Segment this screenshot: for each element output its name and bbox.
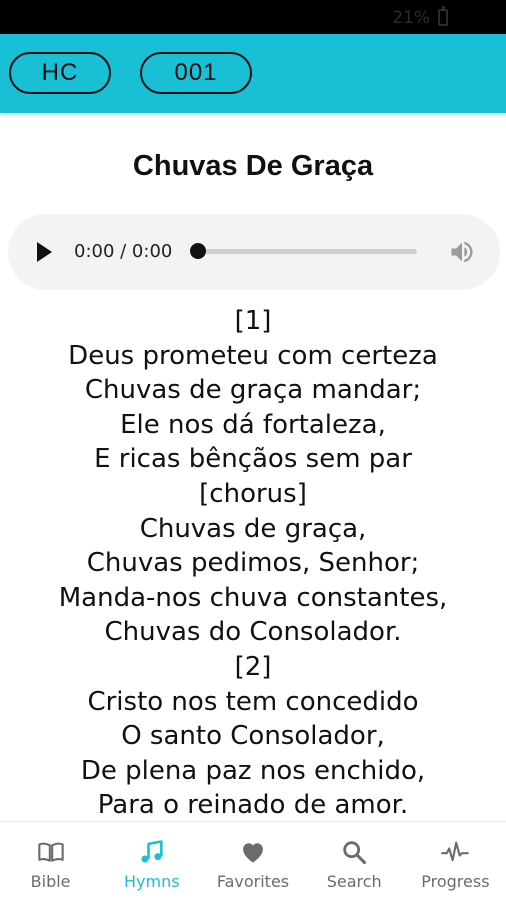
lyric-line: Para o reinado de amor. — [97, 790, 409, 821]
nav-label: Search — [326, 872, 382, 891]
volume-icon[interactable] — [448, 238, 476, 266]
lyric-line: Chuvas do Consolador. — [104, 617, 402, 648]
lyric-line: De plena paz nos enchido, — [80, 755, 426, 786]
pulse-icon — [441, 841, 470, 862]
lyric-line: Manda-nos chuva constantes, — [58, 582, 448, 613]
nav-item-bible[interactable]: Bible — [0, 822, 101, 900]
book-icon — [37, 842, 64, 862]
status-bar: 21% — [0, 0, 506, 34]
lyric-line: [2] — [234, 651, 272, 682]
battery-percentage: 21% — [392, 8, 430, 28]
time-display: 0:00 / 0:00 — [74, 241, 173, 262]
play-icon[interactable] — [37, 242, 52, 262]
app-bar: HC 001 — [0, 34, 506, 113]
bottom-navigation: Bible Hymns Favorites Search Progress — [0, 821, 506, 900]
nav-item-progress[interactable]: Progress — [405, 822, 506, 900]
nav-label: Progress — [421, 872, 490, 891]
nav-item-favorites[interactable]: Favorites — [202, 822, 303, 900]
lyric-line: [1] — [234, 306, 272, 336]
battery-icon — [438, 6, 448, 26]
hymn-number-button[interactable]: 001 — [140, 52, 252, 94]
hymn-lyrics: [1] Deus prometeu com certeza Chuvas de … — [0, 304, 506, 823]
lyric-line: Chuvas de graça mandar; — [84, 375, 422, 406]
lyric-line: E ricas bênçãos sem par — [94, 444, 412, 475]
lyric-line: Chuvas de graça, — [139, 513, 367, 544]
nav-label: Hymns — [124, 872, 180, 891]
lyric-line: [chorus] — [199, 478, 307, 509]
lyric-line: Ele nos dá fortaleza, — [120, 409, 386, 440]
lyric-line: Cristo nos tem concedido — [87, 686, 419, 717]
music-note-icon — [141, 840, 163, 863]
hymnal-selector-button[interactable]: HC — [9, 52, 111, 94]
nav-label: Bible — [30, 872, 71, 891]
heart-icon — [243, 843, 263, 863]
progress-track[interactable] — [198, 249, 417, 254]
nav-item-hymns[interactable]: Hymns — [101, 822, 202, 900]
search-icon — [343, 841, 367, 865]
progress-knob[interactable] — [190, 243, 206, 259]
nav-label: Favorites — [216, 872, 290, 891]
audio-player: 0:00 / 0:00 — [8, 214, 500, 290]
nav-item-search[interactable]: Search — [304, 822, 405, 900]
lyric-line: Chuvas pedimos, Senhor; — [86, 548, 420, 579]
lyric-line: O santo Consolador, — [121, 721, 385, 752]
hymn-title: Chuvas De Graça — [132, 150, 374, 182]
lyric-line: Deus prometeu com certeza — [68, 340, 438, 371]
